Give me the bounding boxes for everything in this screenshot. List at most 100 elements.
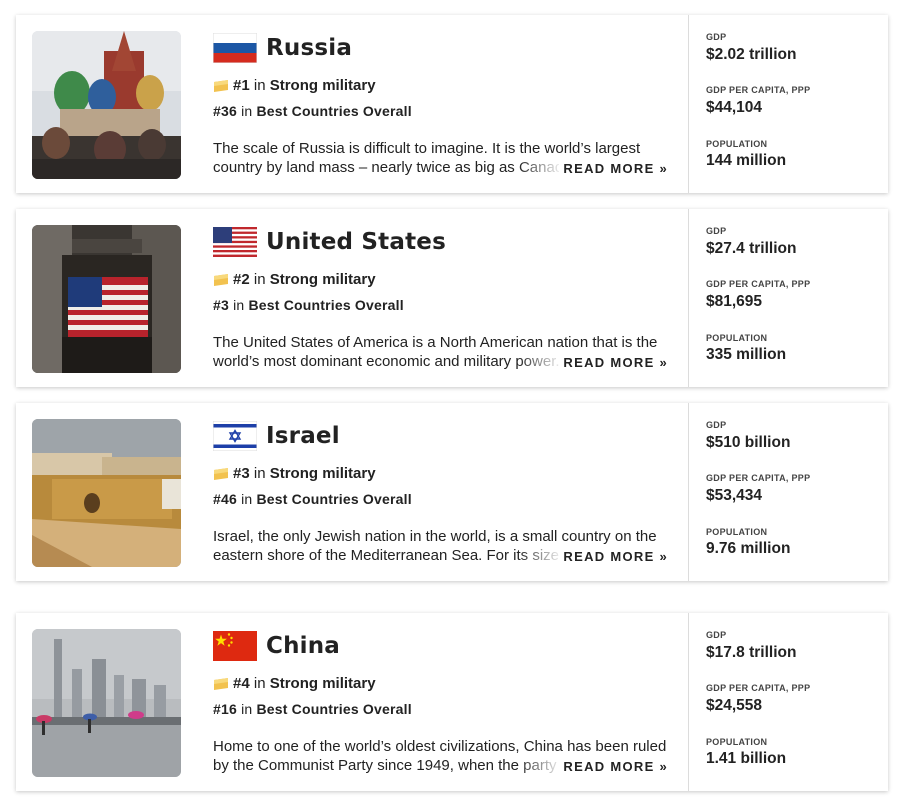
rank-number: #1 [233, 77, 250, 94]
gdp-per-capita-label: GDP PER CAPITA, PPP [706, 473, 811, 483]
rank-in-text: in [253, 465, 266, 482]
country-stats: GDP $510 billion GDP PER CAPITA, PPP $53… [688, 403, 888, 581]
gdp-per-capita-label: GDP PER CAPITA, PPP [706, 85, 811, 95]
rank-category[interactable]: Strong military [270, 675, 376, 692]
country-title-row: Israel [213, 419, 340, 453]
rank-badge-icon [214, 467, 228, 480]
country-photo-russia-image [32, 31, 181, 179]
country-title-row: Russia [213, 31, 352, 65]
overall-rank-label[interactable]: Best Countries Overall [256, 103, 411, 119]
country-photo-united-states[interactable] [32, 225, 181, 373]
rank-category[interactable]: Strong military [270, 77, 376, 94]
overall-rank-number: #46 [213, 491, 237, 507]
overall-in-text: in [241, 103, 253, 119]
population-value: 335 million [706, 346, 787, 363]
rank-badge-icon [214, 79, 228, 92]
gdp-value: $27.4 trillion [706, 240, 797, 257]
rank-in-text: in [253, 675, 266, 692]
overall-rank-label[interactable]: Best Countries Overall [248, 297, 403, 313]
population-value: 1.41 billion [706, 750, 787, 767]
category-rank: #1 in Strong military [213, 77, 376, 94]
gdp-label: GDP [706, 420, 727, 430]
read-more-link[interactable]: READ MORE » [559, 159, 668, 178]
gdp-per-capita-value: $24,558 [706, 697, 763, 714]
country-name[interactable]: Russia [266, 35, 352, 61]
country-summary: Israel #3 in Strong military #46 in Best… [213, 419, 673, 569]
china-flag-icon [213, 631, 257, 661]
overall-rank-label[interactable]: Best Countries Overall [256, 491, 411, 507]
country-photo-israel-image [32, 419, 181, 567]
gdp-per-capita-label: GDP PER CAPITA, PPP [706, 279, 811, 289]
country-photo-china[interactable] [32, 629, 181, 777]
overall-rank-number: #16 [213, 701, 237, 717]
country-title-row: China [213, 629, 340, 663]
country-card-russia: Russia #1 in Strong military #36 in Best… [16, 15, 888, 193]
country-description: Israel, the only Jewish nation in the wo… [213, 527, 668, 567]
overall-in-text: in [241, 701, 253, 717]
rank-number: #2 [233, 271, 250, 288]
gdp-per-capita-value: $53,434 [706, 487, 763, 504]
overall-rank: #36 in Best Countries Overall [213, 103, 412, 119]
population-label: POPULATION [706, 527, 768, 537]
united-states-flag-icon [213, 227, 257, 257]
country-summary: Russia #1 in Strong military #36 in Best… [213, 31, 673, 181]
rank-number: #4 [233, 675, 250, 692]
country-card-china: China #4 in Strong military #16 in Best … [16, 613, 888, 791]
population-value: 9.76 million [706, 540, 791, 557]
gdp-value: $2.02 trillion [706, 46, 797, 63]
country-title-row: United States [213, 225, 446, 259]
gdp-per-capita-value: $81,695 [706, 293, 763, 310]
category-rank: #4 in Strong military [213, 675, 376, 692]
country-name[interactable]: United States [266, 229, 446, 255]
population-label: POPULATION [706, 333, 768, 343]
read-more-link[interactable]: READ MORE » [559, 353, 668, 372]
population-label: POPULATION [706, 139, 768, 149]
population-value: 144 million [706, 152, 787, 169]
country-stats: GDP $2.02 trillion GDP PER CAPITA, PPP $… [688, 15, 888, 193]
country-card-united-states: United States #2 in Strong military #3 i… [16, 209, 888, 387]
overall-rank-number: #3 [213, 297, 229, 313]
building-flag [68, 277, 148, 337]
country-photo-russia[interactable] [32, 31, 181, 179]
country-name[interactable]: China [266, 633, 340, 659]
country-summary: China #4 in Strong military #16 in Best … [213, 629, 673, 779]
rank-in-text: in [253, 271, 266, 288]
rank-category[interactable]: Strong military [270, 271, 376, 288]
country-card-israel: Israel #3 in Strong military #46 in Best… [16, 403, 888, 581]
country-description: Home to one of the world’s oldest civili… [213, 737, 668, 777]
rank-in-text: in [253, 77, 266, 94]
overall-rank: #46 in Best Countries Overall [213, 491, 412, 507]
country-photo-israel[interactable] [32, 419, 181, 567]
rank-category[interactable]: Strong military [270, 465, 376, 482]
country-photo-china-image [32, 629, 181, 777]
overall-rank: #3 in Best Countries Overall [213, 297, 404, 313]
read-more-link[interactable]: READ MORE » [559, 547, 668, 566]
gdp-value: $17.8 trillion [706, 644, 797, 661]
population-label: POPULATION [706, 737, 768, 747]
gdp-per-capita-label: GDP PER CAPITA, PPP [706, 683, 811, 693]
rank-badge-icon [214, 677, 228, 690]
gdp-label: GDP [706, 226, 727, 236]
category-rank: #3 in Strong military [213, 465, 376, 482]
rank-badge-icon [214, 273, 228, 286]
country-description: The United States of America is a North … [213, 333, 668, 373]
read-more-link[interactable]: READ MORE » [559, 757, 668, 776]
gdp-value: $510 billion [706, 434, 791, 451]
country-description: The scale of Russia is difficult to imag… [213, 139, 668, 179]
israel-flag-icon [213, 421, 257, 451]
category-rank: #2 in Strong military [213, 271, 376, 288]
country-stats: GDP $17.8 trillion GDP PER CAPITA, PPP $… [688, 613, 888, 791]
overall-rank: #16 in Best Countries Overall [213, 701, 412, 717]
gdp-label: GDP [706, 630, 727, 640]
overall-in-text: in [241, 491, 253, 507]
overall-rank-number: #36 [213, 103, 237, 119]
country-name[interactable]: Israel [266, 423, 340, 449]
country-stats: GDP $27.4 trillion GDP PER CAPITA, PPP $… [688, 209, 888, 387]
gdp-label: GDP [706, 32, 727, 42]
overall-rank-label[interactable]: Best Countries Overall [256, 701, 411, 717]
overall-in-text: in [233, 297, 245, 313]
gdp-per-capita-value: $44,104 [706, 99, 763, 116]
country-photo-united-states-image [32, 225, 181, 373]
russia-flag-icon [213, 33, 257, 63]
country-summary: United States #2 in Strong military #3 i… [213, 225, 673, 375]
